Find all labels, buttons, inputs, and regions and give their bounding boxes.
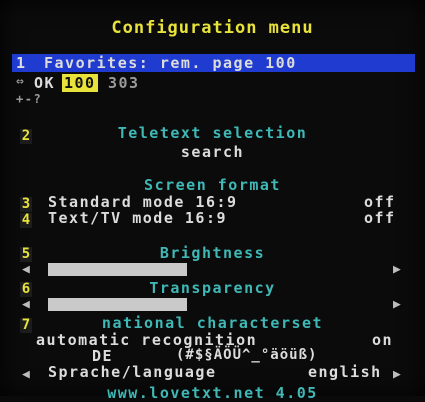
auto-recognition-value[interactable]: on — [372, 331, 393, 349]
language-prev-icon[interactable]: ◀ — [22, 367, 30, 382]
transparency-slider[interactable] — [48, 298, 378, 311]
text-tv-mode-value[interactable]: off — [364, 209, 396, 227]
language-label: Sprache/language — [48, 363, 217, 381]
language-value[interactable]: english — [308, 363, 382, 381]
charset-heading: national characterset — [101, 314, 324, 332]
teletext-config-screen: Configuration menu 1 Favorites: rem. pag… — [0, 0, 425, 402]
favorite-page-selected[interactable]: 100 — [62, 74, 98, 92]
favorites-number: 1 — [16, 54, 27, 72]
add-remove-help: +-? — [16, 92, 43, 106]
page-title: Configuration menu — [111, 18, 314, 38]
teletext-selection-heading: Teletext selection — [117, 124, 308, 142]
option-number-4: 4 — [20, 212, 32, 228]
text-tv-mode-label[interactable]: Text/TV mode 16:9 — [48, 209, 227, 227]
transparency-increase-icon[interactable]: ▶ — [393, 297, 401, 312]
brightness-level-bar — [48, 263, 187, 276]
charset-characters: (#$§ÄÖÜ^_°äöüß) — [176, 347, 318, 363]
brightness-decrease-icon[interactable]: ◀ — [22, 262, 30, 277]
nav-arrows-icon[interactable]: ⇔ — [16, 74, 25, 89]
transparency-decrease-icon[interactable]: ◀ — [22, 297, 30, 312]
transparency-level-bar — [48, 298, 187, 311]
favorites-label: Favorites: rem. page 100 — [44, 54, 297, 72]
language-next-icon[interactable]: ▶ — [393, 367, 401, 382]
brightness-slider[interactable] — [48, 263, 378, 276]
transparency-heading: Transparency — [149, 279, 276, 297]
footer-version: www.lovetxt.net 4.05 — [107, 384, 318, 402]
ok-label[interactable]: OK — [34, 74, 55, 92]
brightness-increase-icon[interactable]: ▶ — [393, 262, 401, 277]
brightness-heading: Brightness — [159, 244, 266, 262]
option-number-3: 3 — [20, 196, 32, 212]
teletext-selection-value[interactable]: search — [0, 143, 425, 161]
favorite-page[interactable]: 303 — [108, 74, 140, 92]
screen-format-heading: Screen format — [144, 176, 281, 194]
